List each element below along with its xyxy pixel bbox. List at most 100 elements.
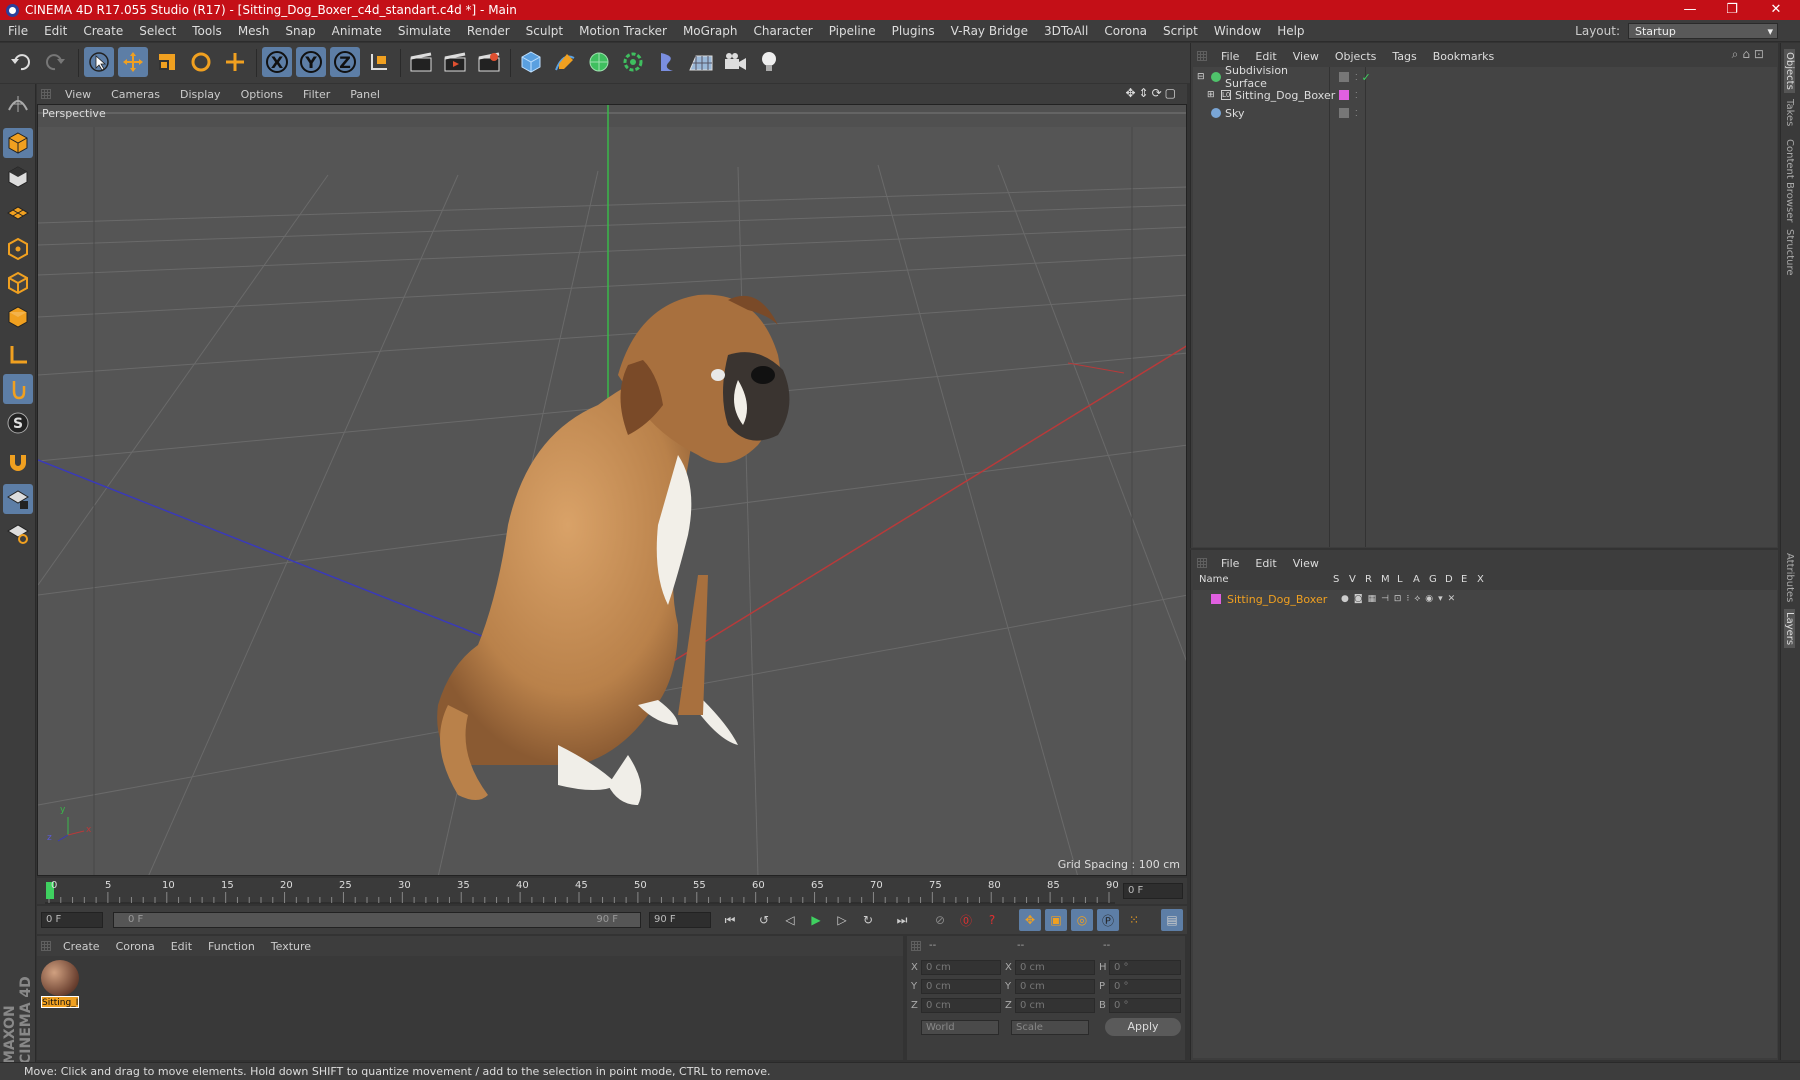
keyframe-selection-button[interactable]: ?: [981, 909, 1003, 931]
layout-select[interactable]: Startup ▾: [1628, 23, 1778, 39]
layer-col-g[interactable]: G: [1429, 574, 1437, 585]
key-rotation-button[interactable]: ◎: [1071, 909, 1093, 931]
layer-col-v[interactable]: V: [1349, 574, 1356, 585]
menu-plugins[interactable]: Plugins: [884, 24, 943, 38]
viewport-menu-view[interactable]: View: [55, 88, 101, 101]
viewport-menu-cameras[interactable]: Cameras: [101, 88, 170, 101]
next-key-button[interactable]: ↻: [857, 909, 879, 931]
tab-takes[interactable]: Takes: [1784, 99, 1795, 126]
menu-pipeline[interactable]: Pipeline: [821, 24, 884, 38]
locked-workplane-button[interactable]: [3, 484, 33, 514]
menu-create[interactable]: Create: [75, 24, 131, 38]
snap-toggle-button[interactable]: [3, 446, 33, 476]
coord-space-select[interactable]: World: [921, 1020, 999, 1035]
collapse-icon[interactable]: ⊟: [1197, 72, 1207, 82]
edges-mode-button[interactable]: [3, 268, 33, 298]
obj-menu-file[interactable]: File: [1213, 50, 1247, 63]
obj-menu-objects[interactable]: Objects: [1327, 50, 1385, 63]
rotate-tool-button[interactable]: [186, 47, 216, 77]
layer-col-r[interactable]: R: [1365, 574, 1372, 585]
material-swatch[interactable]: Sitting_I: [41, 960, 79, 1008]
obj-menu-tags[interactable]: Tags: [1384, 50, 1424, 63]
end-frame-field[interactable]: 90 F: [649, 912, 711, 928]
size-z-field[interactable]: 0 cm: [1015, 998, 1095, 1013]
menu-help[interactable]: Help: [1269, 24, 1312, 38]
minimize-button[interactable]: —: [1670, 0, 1710, 20]
viewport-menu-filter[interactable]: Filter: [293, 88, 340, 101]
material-menu-texture[interactable]: Texture: [263, 940, 319, 953]
search-home-icons[interactable]: ⌕⌂⊡: [1732, 47, 1768, 62]
menu-window[interactable]: Window: [1206, 24, 1269, 38]
coordinate-system-button[interactable]: [364, 47, 394, 77]
scale-tool-button[interactable]: [152, 47, 182, 77]
key-pla-button[interactable]: ⁙: [1123, 909, 1145, 931]
position-x-field[interactable]: 0 cm: [921, 960, 1001, 975]
menu-edit[interactable]: Edit: [36, 24, 75, 38]
viewport-camera-label[interactable]: Perspective: [42, 107, 106, 120]
obj-menu-edit[interactable]: Edit: [1247, 50, 1284, 63]
menu-character[interactable]: Character: [745, 24, 820, 38]
polygons-mode-button[interactable]: [3, 302, 33, 332]
add-subdivision-button[interactable]: [584, 47, 614, 77]
add-array-button[interactable]: [618, 47, 648, 77]
menu-simulate[interactable]: Simulate: [390, 24, 459, 38]
close-button[interactable]: ✕: [1756, 0, 1796, 20]
layer-col-l[interactable]: L: [1397, 574, 1403, 585]
rotation-h-field[interactable]: 0 °: [1109, 960, 1181, 975]
move-tool-button[interactable]: [118, 47, 148, 77]
points-mode-button[interactable]: [3, 234, 33, 264]
material-area[interactable]: Sitting_I: [37, 956, 903, 1060]
menu-3dtoall[interactable]: 3DToAll: [1036, 24, 1096, 38]
tab-content-browser[interactable]: Content Browser: [1784, 139, 1795, 222]
layer-col-e[interactable]: E: [1461, 574, 1467, 585]
object-row[interactable]: ⊞ L0 Sitting_Dog_Boxer ⁚: [1193, 86, 1777, 104]
viewport-menu-display[interactable]: Display: [170, 88, 231, 101]
apply-button[interactable]: Apply: [1105, 1018, 1181, 1036]
menu-mesh[interactable]: Mesh: [230, 24, 278, 38]
menu-animate[interactable]: Animate: [324, 24, 390, 38]
layer-col-s[interactable]: S: [1333, 574, 1339, 585]
size-y-field[interactable]: 0 cm: [1015, 979, 1095, 994]
menu-script[interactable]: Script: [1155, 24, 1206, 38]
select-tool-button[interactable]: [84, 47, 114, 77]
render-picture-viewer-button[interactable]: [440, 47, 470, 77]
material-menu-edit[interactable]: Edit: [163, 940, 200, 953]
perspective-viewport[interactable]: Perspective y x z Grid Spacing : 100 cm: [37, 104, 1187, 876]
render-view-button[interactable]: [406, 47, 436, 77]
coord-mode-select[interactable]: Scale: [1011, 1020, 1089, 1035]
play-button[interactable]: ▶: [805, 909, 827, 931]
autokey-button[interactable]: ⓪: [955, 909, 977, 931]
menu-file[interactable]: File: [0, 24, 36, 38]
size-x-field[interactable]: 0 cm: [1015, 960, 1095, 975]
tweak-mode-button[interactable]: [3, 374, 33, 404]
object-row[interactable]: Sky ⁚: [1193, 104, 1777, 122]
visibility-dots-icon[interactable]: ⁚: [1355, 91, 1358, 100]
layer-row[interactable]: Sitting_Dog_Boxer ●◙▦⊣⊡⁝⟡◉▾✕: [1193, 590, 1777, 608]
obj-menu-view[interactable]: View: [1285, 50, 1327, 63]
menu-mograph[interactable]: MoGraph: [675, 24, 746, 38]
planar-workplane-button[interactable]: [3, 518, 33, 548]
layer-col-d[interactable]: D: [1445, 574, 1453, 585]
add-spline-button[interactable]: [550, 47, 580, 77]
y-axis-lock-button[interactable]: Y: [296, 47, 326, 77]
x-axis-lock-button[interactable]: X: [262, 47, 292, 77]
material-menu-corona[interactable]: Corona: [108, 940, 163, 953]
add-deformer-button[interactable]: [652, 47, 682, 77]
expand-icon[interactable]: ⊞: [1207, 90, 1217, 100]
menu-corona[interactable]: Corona: [1096, 24, 1155, 38]
current-frame-field[interactable]: 0 F: [1123, 883, 1183, 899]
texture-mode-button[interactable]: [3, 162, 33, 192]
key-scale-button[interactable]: ▣: [1045, 909, 1067, 931]
rotation-p-field[interactable]: 0 °: [1109, 979, 1181, 994]
solo-mode-button[interactable]: S: [3, 408, 33, 438]
start-frame-field[interactable]: 0 F: [41, 912, 103, 928]
redo-button[interactable]: [40, 47, 70, 77]
add-floor-button[interactable]: [686, 47, 716, 77]
check-enabled-icon[interactable]: ✓: [1362, 71, 1371, 84]
menu-tools[interactable]: Tools: [184, 24, 230, 38]
tab-structure[interactable]: Structure: [1784, 229, 1795, 276]
key-position-button[interactable]: ✥: [1019, 909, 1041, 931]
position-z-field[interactable]: 0 cm: [921, 998, 1001, 1013]
frame-range-slider[interactable]: 0 F 90 F: [113, 912, 641, 928]
axis-mode-button[interactable]: [3, 340, 33, 370]
